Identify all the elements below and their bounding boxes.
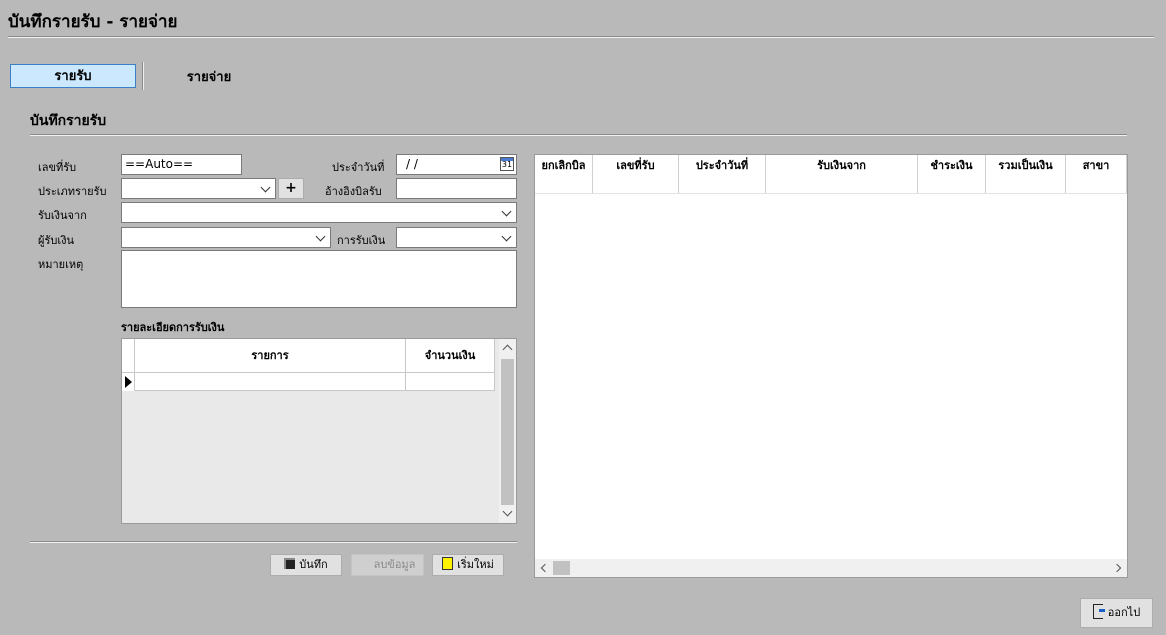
ref-bill-input[interactable] — [396, 178, 517, 199]
details-grid[interactable]: รายการ จำนวนเงิน — [121, 338, 517, 524]
delete-button[interactable]: ลบข้อมูล — [351, 554, 424, 576]
scrollbar-thumb[interactable] — [501, 359, 514, 505]
column-header-item[interactable]: รายการ — [135, 339, 406, 373]
tab-separator — [142, 62, 144, 90]
new-button[interactable]: เริ่มใหม่ — [432, 554, 504, 576]
receiver-label: ผู้รับเงิน — [38, 234, 74, 247]
save-icon — [284, 558, 296, 569]
grid-row-header — [122, 339, 135, 373]
title-divider — [8, 36, 1154, 38]
column-header-total[interactable]: รวมเป็นเงิน — [986, 155, 1066, 193]
chevron-down-icon[interactable] — [502, 506, 513, 517]
chevron-down-icon — [260, 182, 271, 193]
chevron-up-icon[interactable] — [502, 344, 513, 355]
row-pointer-icon — [125, 376, 132, 388]
date-label: ประจำวันที่ — [332, 161, 385, 174]
tab-expense[interactable]: รายจ่าย — [146, 66, 272, 90]
exit-button-label: ออกไป — [1107, 606, 1141, 619]
row-pointer — [122, 373, 135, 391]
column-header-branch[interactable]: สาขา — [1066, 155, 1127, 193]
receiver-select[interactable] — [121, 227, 331, 248]
date-value: / / — [406, 157, 418, 171]
save-button[interactable]: บันทึก — [270, 554, 342, 576]
chevron-left-icon[interactable] — [540, 563, 550, 573]
tab-income[interactable]: รายรับ — [10, 64, 136, 88]
header-divider — [535, 193, 1127, 194]
new-document-icon — [442, 557, 454, 570]
column-header-payment[interactable]: ชำระเงิน — [918, 155, 986, 193]
calendar-icon[interactable]: 31 — [500, 157, 514, 171]
table-cell[interactable] — [406, 373, 495, 391]
scrollbar-thumb[interactable] — [553, 561, 570, 575]
chevron-down-icon — [501, 231, 512, 242]
vertical-scrollbar[interactable] — [499, 339, 516, 523]
exit-button[interactable]: ออกไป — [1080, 598, 1153, 628]
section-divider — [30, 134, 1127, 136]
new-button-label: เริ่มใหม่ — [457, 558, 494, 571]
column-header-cancel-bill[interactable]: ยกเลิกบิล — [535, 155, 593, 193]
bottom-divider — [30, 541, 517, 543]
payment-method-label: การรับเงิน — [337, 234, 386, 247]
chevron-right-icon[interactable] — [1112, 563, 1122, 573]
chevron-down-icon — [315, 231, 326, 242]
horizontal-scrollbar[interactable] — [535, 559, 1127, 577]
note-label: หมายเหตุ — [38, 258, 84, 271]
details-title: รายละเอียดการรับเงิน — [121, 321, 225, 334]
receipt-no-input[interactable]: ==Auto== — [121, 154, 242, 175]
section-title: บันทึกรายรับ — [30, 113, 107, 129]
column-header-received-from[interactable]: รับเงินจาก — [766, 155, 918, 193]
delete-button-label: ลบข้อมูล — [373, 558, 416, 571]
column-header-receipt-no[interactable]: เลขที่รับ — [593, 155, 679, 193]
income-type-label: ประเภทรายรับ — [38, 185, 107, 198]
date-picker[interactable]: / / 31 — [396, 154, 517, 175]
ref-bill-label: อ้างอิงบิลรับ — [325, 185, 382, 198]
chevron-down-icon — [501, 206, 512, 217]
column-header-date[interactable]: ประจำวันที่ — [679, 155, 766, 193]
add-income-type-button[interactable]: + — [278, 178, 304, 199]
payment-method-select[interactable] — [396, 227, 517, 248]
received-from-label: รับเงินจาก — [38, 209, 87, 222]
page-title: บันทึกรายรับ - รายจ่าย — [8, 12, 178, 32]
save-button-label: บันทึก — [299, 558, 328, 571]
income-type-select[interactable] — [121, 178, 276, 199]
table-cell[interactable] — [135, 373, 406, 391]
column-header-amount[interactable]: จำนวนเงิน — [406, 339, 495, 373]
note-textarea[interactable] — [121, 250, 517, 308]
exit-icon — [1092, 604, 1105, 619]
income-list-grid[interactable]: ยกเลิกบิล เลขที่รับ ประจำวันที่ รับเงินจ… — [534, 154, 1128, 578]
receipt-no-label: เลขที่รับ — [38, 161, 77, 174]
received-from-select[interactable] — [121, 202, 517, 223]
